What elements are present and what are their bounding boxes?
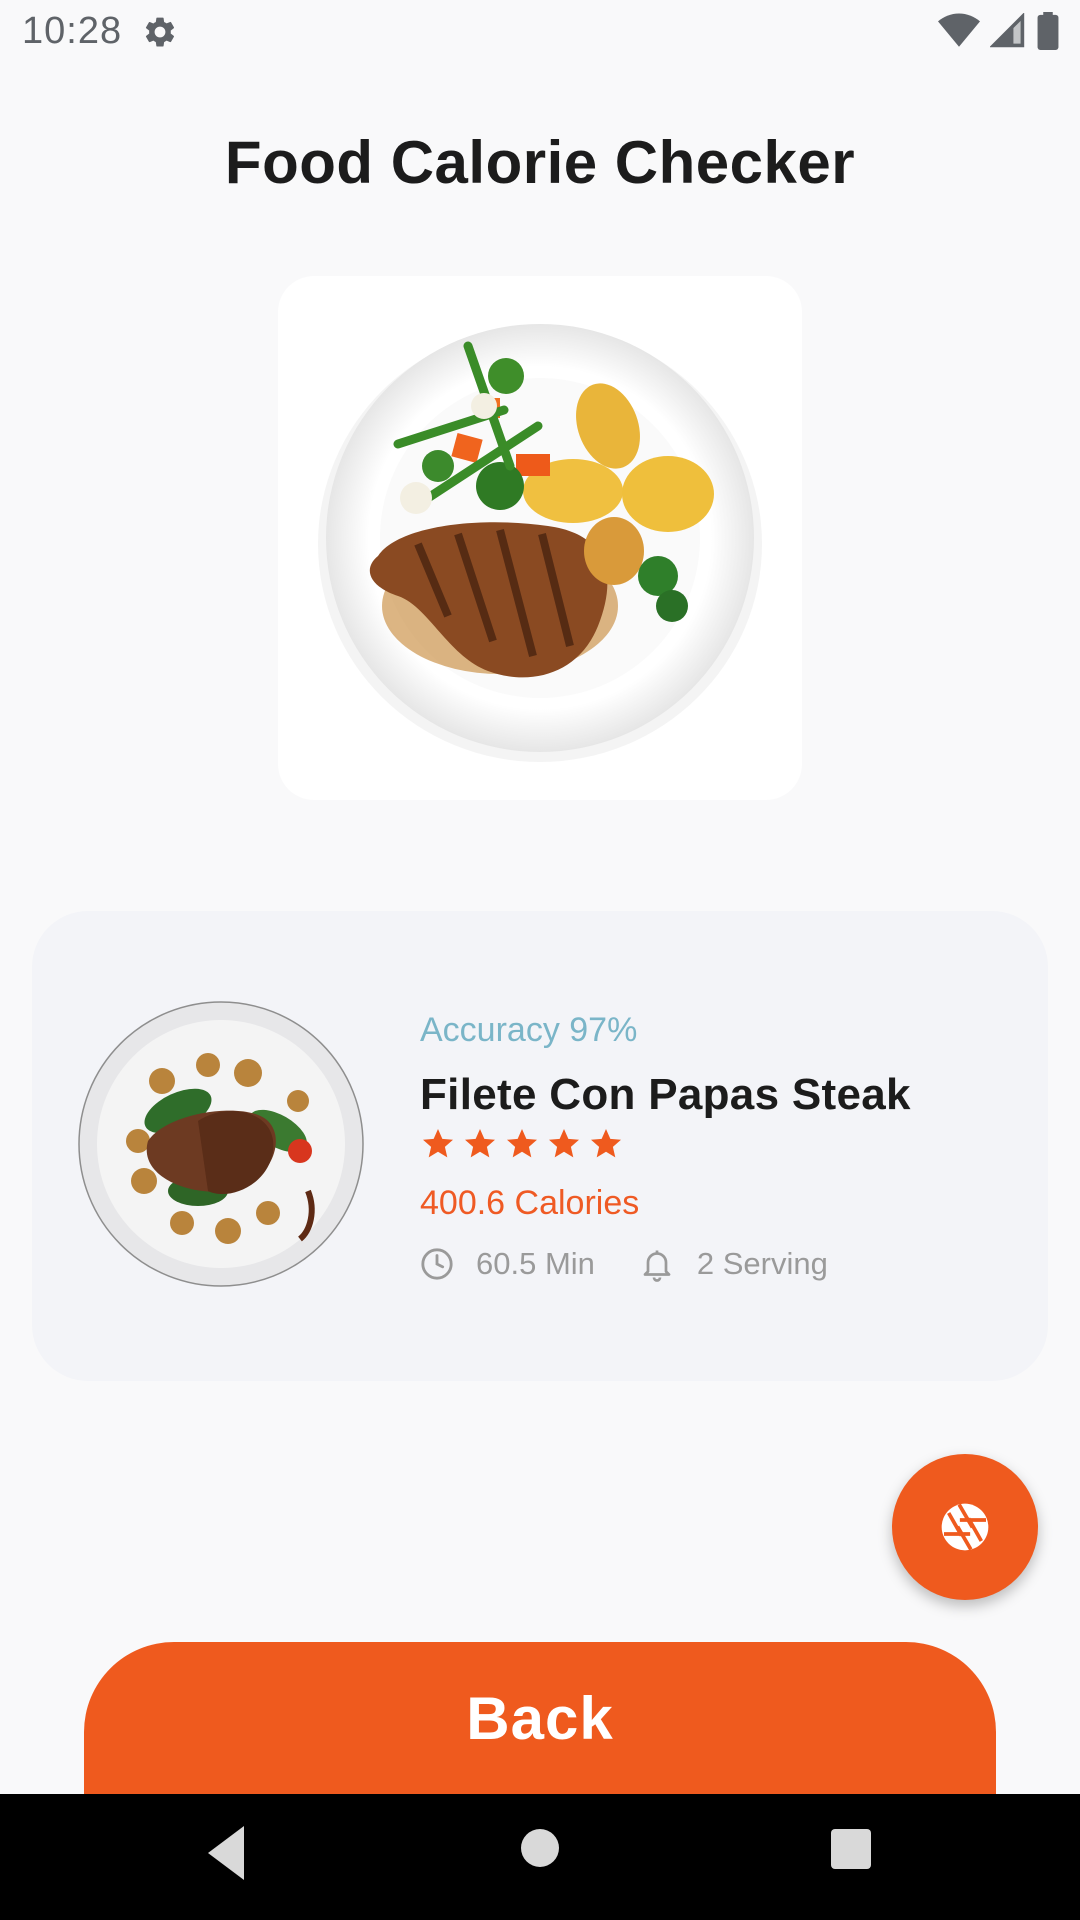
food-thumbnail bbox=[78, 1001, 364, 1287]
food-photo-card bbox=[278, 276, 802, 800]
status-bar: 10:28 bbox=[0, 0, 1080, 64]
serving-info: 2 Serving bbox=[639, 1245, 828, 1283]
gear-icon bbox=[145, 17, 175, 47]
calories-text: 400.6 Calories bbox=[420, 1184, 640, 1222]
time-text: 60.5 Min bbox=[476, 1246, 595, 1281]
home-circle-icon[interactable] bbox=[520, 1828, 560, 1868]
star-icon bbox=[423, 1129, 453, 1158]
star-icon bbox=[591, 1129, 621, 1158]
signal-icon bbox=[990, 13, 1025, 48]
result-card[interactable]: Accuracy 97% Filete Con Papas Steak 400.… bbox=[32, 911, 1048, 1381]
food-name: Filete Con Papas Steak bbox=[420, 1070, 911, 1119]
status-time: 10:28 bbox=[22, 10, 123, 52]
back-triangle-icon[interactable] bbox=[204, 1822, 250, 1884]
clock-icon bbox=[421, 1248, 453, 1280]
bell-icon bbox=[643, 1250, 671, 1282]
result-info: Accuracy 97% Filete Con Papas Steak 400.… bbox=[420, 1011, 1020, 1283]
battery-icon bbox=[1037, 12, 1059, 50]
star-icon bbox=[549, 1129, 579, 1158]
time-info: 60.5 Min bbox=[420, 1246, 595, 1282]
rating-stars bbox=[420, 1126, 1020, 1166]
star-icon bbox=[465, 1129, 495, 1158]
recents-square-icon[interactable] bbox=[830, 1828, 872, 1870]
system-nav-bar bbox=[0, 1794, 1080, 1920]
camera-fab-button[interactable] bbox=[892, 1454, 1038, 1600]
food-photo bbox=[318, 324, 762, 762]
status-icons bbox=[938, 12, 1060, 50]
wifi-icon bbox=[938, 13, 980, 47]
servings-text: 2 Serving bbox=[696, 1246, 828, 1281]
page-title: Food Calorie Checker bbox=[224, 129, 856, 196]
back-button-label: Back bbox=[466, 1685, 614, 1752]
camera-shutter-icon bbox=[941, 1503, 989, 1551]
star-icon bbox=[507, 1129, 537, 1158]
accuracy-text: Accuracy 97% bbox=[420, 1011, 638, 1049]
meta-row: 60.5 Min 2 Serving bbox=[420, 1245, 1020, 1283]
